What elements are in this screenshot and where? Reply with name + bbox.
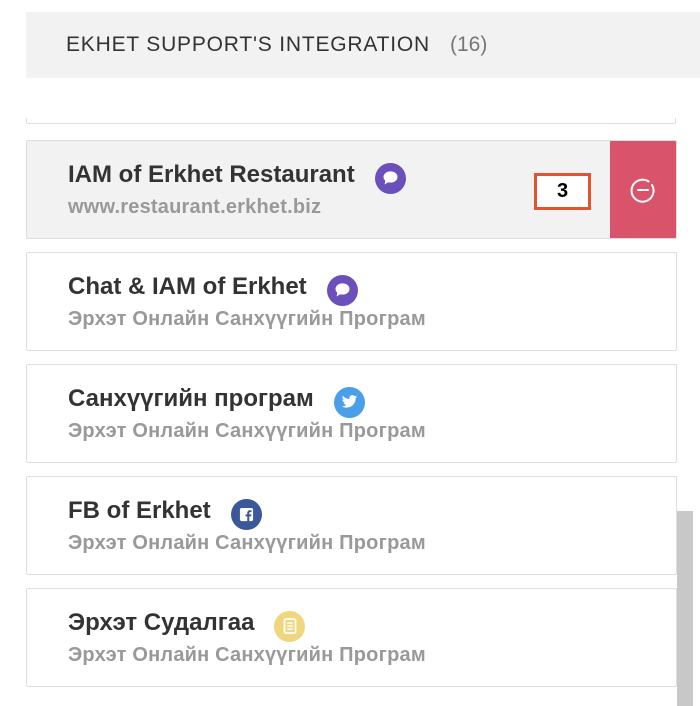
remove-icon — [630, 178, 655, 203]
facebook-icon — [230, 498, 262, 530]
title-row: FB of Erkhet — [68, 494, 426, 530]
integration-subtitle: Эрхэт Онлайн Санхүүгийн Програм — [68, 644, 426, 666]
integration-subtitle: www.restaurant.erkhet.biz — [68, 196, 322, 218]
integration-subtitle: Эрхэт Онлайн Санхүүгийн Програм — [68, 420, 426, 442]
integration-title: Chat & IAM of Erkhet — [68, 273, 307, 300]
integration-page: EKHET SUPPORT'S INTEGRATION (16) IAM of … — [0, 0, 700, 706]
title-row: IAM of Erkhet Restaurant — [68, 158, 406, 194]
integration-item-chat-iam[interactable]: Chat & IAM of Erkhet Эрхэт Онлайн Санхүү… — [26, 252, 677, 351]
integration-count: (16) — [450, 33, 488, 56]
integration-list[interactable]: IAM of Erkhet Restaurant www.restaurant.… — [0, 118, 700, 706]
list-item[interactable] — [26, 118, 676, 124]
integration-item-body: Chat & IAM of Erkhet Эрхэт Онлайн Санхүү… — [68, 270, 426, 331]
integration-title: Санхүүгийн програм — [68, 385, 314, 412]
remove-button[interactable] — [610, 141, 676, 238]
title-row: Chat & IAM of Erkhet — [68, 270, 426, 306]
integration-item-fb-erkhet[interactable]: FB of Erkhet Эрхэт Онлайн Санхүүгийн Про… — [26, 476, 677, 575]
section-header: EKHET SUPPORT'S INTEGRATION (16) — [26, 12, 700, 78]
integration-subtitle: Эрхэт Онлайн Санхүүгийн Програм — [68, 308, 426, 330]
integration-item-erkhet-sudalgaa[interactable]: Эрхэт Судалгаа Эрхэт Онлайн Санхүүгийн П… — [26, 588, 677, 687]
scrollbar-thumb[interactable] — [677, 511, 693, 706]
messenger-icon — [326, 274, 358, 306]
integration-item-body: IAM of Erkhet Restaurant www.restaurant.… — [68, 158, 406, 219]
conversation-count-badge: 3 — [534, 173, 591, 210]
integration-item-body: Санхүүгийн програм Эрхэт Онлайн Санхүүги… — [68, 382, 426, 443]
title-row: Санхүүгийн програм — [68, 382, 426, 418]
integration-item-body: FB of Erkhet Эрхэт Онлайн Санхүүгийн Про… — [68, 494, 426, 555]
form-icon — [274, 610, 306, 642]
twitter-icon — [333, 386, 365, 418]
integration-item-sanhuugiin-program[interactable]: Санхүүгийн програм Эрхэт Онлайн Санхүүги… — [26, 364, 677, 463]
integration-title: IAM of Erkhet Restaurant — [68, 161, 355, 188]
section-title: EKHET SUPPORT'S INTEGRATION — [66, 33, 430, 56]
integration-item-erkhet-restaurant[interactable]: IAM of Erkhet Restaurant www.restaurant.… — [26, 140, 677, 239]
integration-title: Эрхэт Судалгаа — [68, 609, 255, 636]
integration-item-body: Эрхэт Судалгаа Эрхэт Онлайн Санхүүгийн П… — [68, 606, 426, 667]
title-row: Эрхэт Судалгаа — [68, 606, 426, 642]
integration-subtitle: Эрхэт Онлайн Санхүүгийн Програм — [68, 532, 426, 554]
messenger-icon — [374, 162, 406, 194]
integration-title: FB of Erkhet — [68, 497, 211, 524]
